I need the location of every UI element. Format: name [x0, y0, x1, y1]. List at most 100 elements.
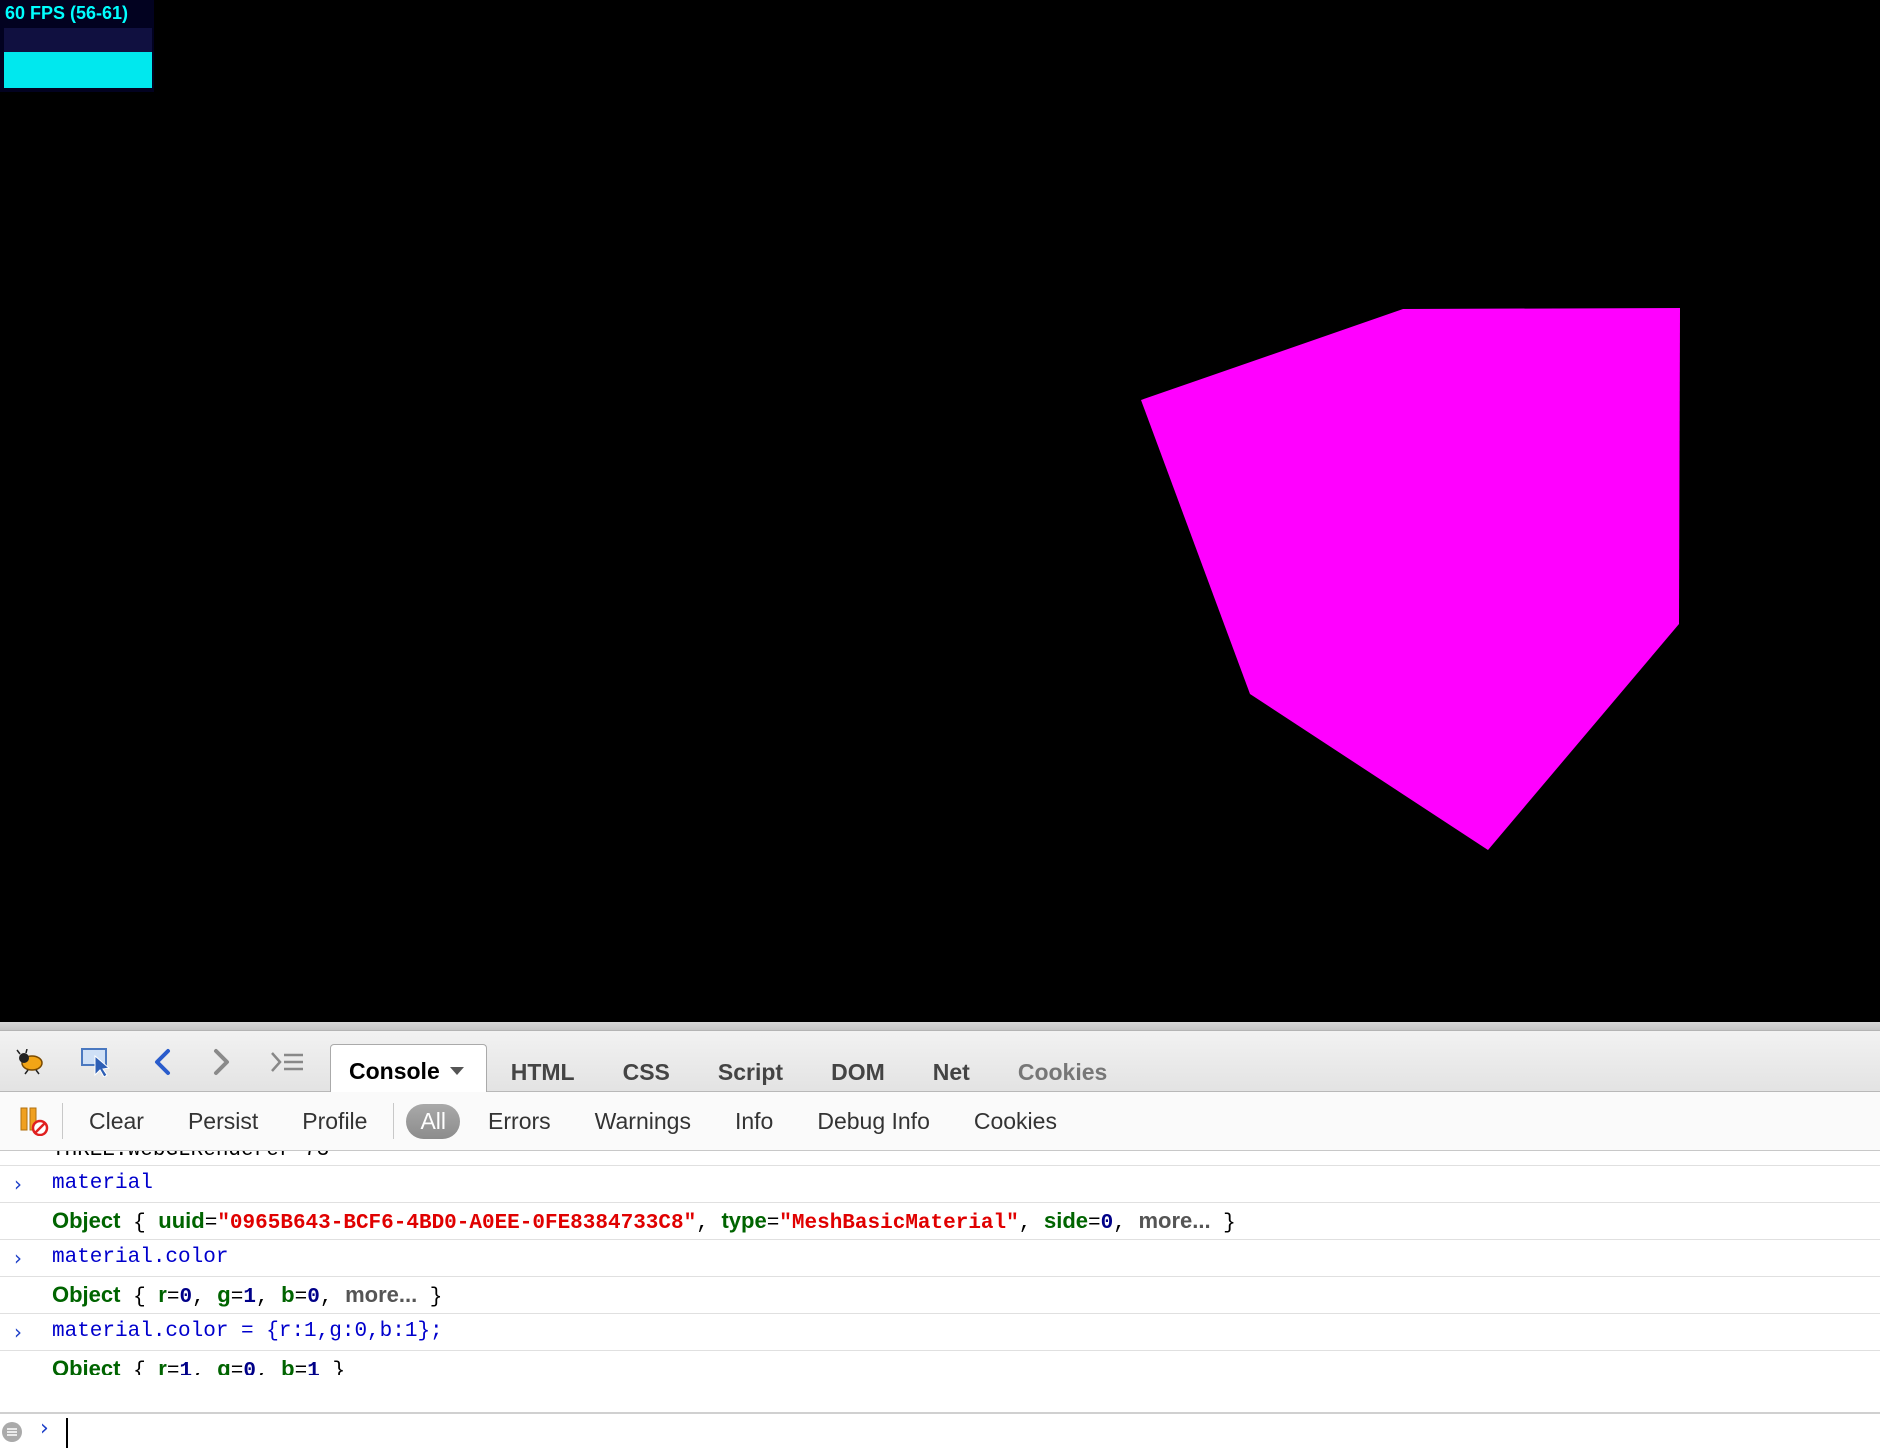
log-command-row: › material — [0, 1166, 1880, 1203]
tab-cookies[interactable]: Cookies — [994, 1046, 1131, 1098]
brace-open: { — [120, 1212, 159, 1235]
prop-name: side — [1043, 1208, 1088, 1233]
prompt-chevron-icon: › — [14, 1246, 22, 1270]
brace-close: } — [319, 1360, 346, 1375]
equals-sign: = — [1088, 1212, 1101, 1235]
log-entry-truncated: THREE.WebGLRenderer 73 — [0, 1151, 1880, 1166]
object-link[interactable]: Object — [52, 1282, 120, 1307]
log-result: Object { r=0, g=1, b=0, more... } — [52, 1277, 442, 1316]
prop-value[interactable]: 1 — [179, 1360, 192, 1375]
panel-splitter[interactable] — [0, 1022, 1880, 1031]
prop-name: b — [281, 1282, 295, 1307]
comma: , — [192, 1286, 218, 1309]
comma: , — [1113, 1212, 1139, 1235]
clear-button[interactable]: Clear — [67, 1108, 166, 1135]
brace-open: { — [120, 1360, 159, 1375]
comma: , — [319, 1286, 346, 1309]
log-command[interactable]: material.color = {r:1,g:0,b:1}; — [52, 1314, 443, 1350]
comma: , — [696, 1212, 722, 1235]
log-result-row: Object { uuid="0965B643-BCF6-4BD0-A0EE-0… — [0, 1203, 1880, 1240]
firebug-icon[interactable] — [14, 1045, 48, 1079]
magenta-cube — [1141, 308, 1680, 850]
prompt-chevron-icon: › — [14, 1172, 22, 1196]
forward-arrow-icon[interactable] — [204, 1045, 238, 1079]
tab-html[interactable]: HTML — [487, 1046, 599, 1098]
inspect-icon[interactable] — [80, 1045, 114, 1079]
log-result-row: Object { r=0, g=1, b=0, more... } — [0, 1277, 1880, 1314]
comma: , — [255, 1286, 282, 1309]
equals-sign: = — [230, 1360, 244, 1375]
prop-name: r — [158, 1282, 167, 1307]
object-link[interactable]: Object — [52, 1208, 120, 1233]
log-text: THREE.WebGLRenderer 73 — [52, 1151, 329, 1162]
equals-sign: = — [294, 1286, 308, 1309]
command-prompt-icon: › — [40, 1416, 49, 1441]
object-link[interactable]: Object — [52, 1356, 120, 1375]
firebug-main-toolbar: Console HTML CSS Script DOM Net Cookies — [0, 1031, 1880, 1098]
prop-value[interactable]: 0 — [1101, 1212, 1114, 1235]
log-command[interactable]: material — [52, 1166, 153, 1202]
command-options-icon[interactable] — [2, 1422, 22, 1442]
fps-graph — [4, 52, 152, 88]
tab-css[interactable]: CSS — [599, 1046, 694, 1098]
equals-sign: = — [230, 1286, 244, 1309]
scene-svg — [1141, 308, 1680, 850]
filter-all-button[interactable]: All — [406, 1103, 461, 1139]
fps-graph-background — [4, 28, 152, 52]
panel-tabs: Console HTML CSS Script DOM Net Cookies — [330, 1038, 1131, 1098]
tab-dom[interactable]: DOM — [807, 1046, 909, 1098]
persist-button[interactable]: Persist — [166, 1108, 280, 1135]
command-input[interactable] — [66, 1418, 1772, 1448]
comma: , — [1018, 1212, 1044, 1235]
comma: , — [192, 1360, 218, 1375]
prop-value[interactable]: 0 — [243, 1360, 256, 1375]
log-result: Object { r=1, g=0, b=1 } — [52, 1351, 345, 1375]
brace-open: { — [120, 1286, 159, 1309]
prop-value[interactable]: 0 — [179, 1286, 192, 1309]
equals-sign: = — [166, 1286, 180, 1309]
more-link[interactable]: more... — [345, 1282, 417, 1307]
log-command-row: › material.color = {r:1,g:0,b:1}; — [0, 1314, 1880, 1351]
webgl-canvas[interactable]: 60 FPS (56-61) — [0, 0, 1880, 1022]
break-on-errors-icon[interactable] — [8, 1103, 58, 1139]
firebug-panel: Console HTML CSS Script DOM Net Cookies … — [0, 1022, 1880, 1452]
prop-value[interactable]: 1 — [307, 1360, 320, 1375]
tab-net[interactable]: Net — [909, 1046, 994, 1098]
tab-console-label: Console — [349, 1058, 440, 1084]
prop-name: g — [217, 1356, 231, 1375]
prop-value[interactable]: 0 — [307, 1286, 320, 1309]
equals-sign: = — [204, 1212, 218, 1235]
filter-debug-info-button[interactable]: Debug Info — [795, 1108, 952, 1135]
stats-panel[interactable]: 60 FPS (56-61) — [0, 0, 154, 92]
command-line: › — [0, 1412, 1880, 1452]
prop-name: r — [158, 1356, 167, 1375]
prop-value[interactable]: "0965B643-BCF6-4BD0-A0EE-0FE8384733C8" — [217, 1212, 696, 1235]
filter-cookies-button[interactable]: Cookies — [952, 1108, 1079, 1135]
log-command-row: › material.color — [0, 1240, 1880, 1277]
filter-warnings-button[interactable]: Warnings — [573, 1108, 713, 1135]
prop-value[interactable]: 1 — [243, 1286, 256, 1309]
back-arrow-icon[interactable] — [146, 1045, 180, 1079]
log-command[interactable]: material.color — [52, 1240, 228, 1276]
profile-button[interactable]: Profile — [280, 1108, 389, 1135]
more-link[interactable]: more... — [1138, 1208, 1210, 1233]
prop-value[interactable]: "MeshBasicMaterial" — [779, 1212, 1018, 1235]
console-log[interactable]: THREE.WebGLRenderer 73 › material Object… — [0, 1151, 1880, 1375]
filter-errors-button[interactable]: Errors — [466, 1108, 573, 1135]
tab-console[interactable]: Console — [330, 1044, 487, 1098]
tab-script[interactable]: Script — [694, 1046, 807, 1098]
brace-close: } — [1210, 1212, 1236, 1235]
equals-sign: = — [766, 1212, 780, 1235]
log-result-row: Object { r=1, g=0, b=1 } — [0, 1351, 1880, 1375]
prop-name: uuid — [158, 1208, 205, 1233]
filter-info-button[interactable]: Info — [713, 1108, 795, 1135]
log-result: Object { uuid="0965B643-BCF6-4BD0-A0EE-0… — [52, 1203, 1236, 1242]
command-editor-icon[interactable] — [270, 1045, 304, 1079]
equals-sign: = — [294, 1360, 308, 1375]
prompt-chevron-icon: › — [14, 1320, 22, 1344]
comma: , — [255, 1360, 282, 1375]
prop-name: b — [281, 1356, 295, 1375]
fps-readout: 60 FPS (56-61) — [5, 3, 129, 23]
brace-close: } — [417, 1286, 443, 1309]
chevron-down-icon[interactable] — [449, 1066, 464, 1075]
